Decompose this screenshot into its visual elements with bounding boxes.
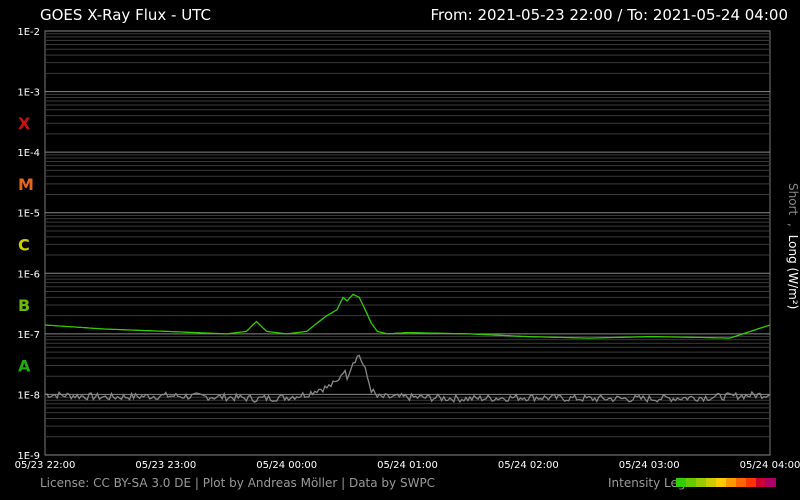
y-tick-label: 1E-2 xyxy=(17,27,40,38)
x-tick-label: 05/24 04:00 xyxy=(740,460,800,470)
flare-class-label: C xyxy=(18,235,30,254)
y-tick-label: 1E-3 xyxy=(17,88,40,99)
svg-text:Short , Long (W/m²: Short , Long (W/m²) xyxy=(786,183,800,309)
legend-swatch xyxy=(726,478,736,487)
y-tick-label: 1E-8 xyxy=(17,390,40,401)
intensity-legend-bar xyxy=(676,478,776,487)
x-tick-label: 05/23 23:00 xyxy=(135,460,196,470)
flare-class-label: M xyxy=(18,175,34,194)
plot-grid xyxy=(44,30,771,456)
x-tick-label: 05/24 02:00 xyxy=(498,460,559,470)
legend-swatch xyxy=(696,478,706,487)
legend-swatch xyxy=(756,478,766,487)
legend-swatch xyxy=(746,478,756,487)
y-tick-label: 1E-7 xyxy=(17,330,40,341)
x-tick-label: 05/24 00:00 xyxy=(256,460,317,470)
y-tick-label: 1E-4 xyxy=(17,148,40,159)
legend-swatch xyxy=(676,478,686,487)
flare-class-label: A xyxy=(18,357,31,376)
legend-swatch xyxy=(736,478,746,487)
y-tick-label: 1E-6 xyxy=(17,269,40,280)
legend-swatch xyxy=(686,478,696,487)
intensity-legend-label: Intensity Leg xyxy=(608,476,686,490)
y-axis-label: Short , Long (W/m²) xyxy=(779,183,800,309)
y-axis-label-separator: , xyxy=(786,223,800,227)
flare-class-label: X xyxy=(18,114,31,133)
legend-swatch xyxy=(706,478,716,487)
x-tick-label: 05/24 01:00 xyxy=(377,460,438,470)
legend-swatch xyxy=(766,478,776,487)
legend-swatch xyxy=(716,478,726,487)
x-tick-labels: 05/23 22:00 05/23 23:00 05/24 00:00 05/24 0… xyxy=(15,460,800,470)
y-axis-label-short: Short xyxy=(786,183,800,215)
y-axis-label-long: Long (W/m²) xyxy=(786,235,800,310)
footer-credits: License: CC BY-SA 3.0 DE | Plot by Andre… xyxy=(40,476,436,490)
y-tick-label: 1E-5 xyxy=(17,209,40,220)
xray-flux-plot: 1E-21E-31E-41E-51E-61E-71E-81E-9 XMCBA 0… xyxy=(15,27,800,470)
flare-class-label: B xyxy=(18,296,30,315)
x-tick-label: 05/23 22:00 xyxy=(15,460,76,470)
x-tick-label: 05/24 03:00 xyxy=(619,460,680,470)
